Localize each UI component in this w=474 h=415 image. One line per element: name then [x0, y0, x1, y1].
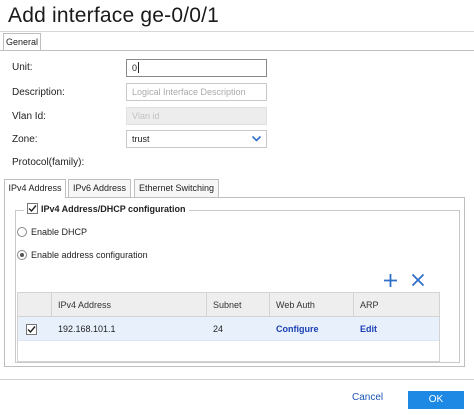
header-arp[interactable]: ARP	[353, 293, 439, 317]
check-icon	[27, 325, 36, 333]
enable-address-config-label: Enable address configuration	[31, 250, 148, 260]
row-checkbox[interactable]	[26, 323, 37, 335]
ipv4-config-legend: IPv4 Address/DHCP configuration	[24, 203, 189, 214]
check-icon	[28, 205, 37, 213]
tab-ethernet-switching[interactable]: Ethernet Switching	[134, 179, 219, 197]
ipv4-config-checkbox[interactable]	[27, 203, 38, 214]
ok-button[interactable]: OK	[408, 391, 464, 409]
enable-dhcp-radio[interactable]: Enable DHCP	[17, 227, 87, 237]
unit-input-value: 0	[132, 63, 138, 73]
zone-select[interactable]: trust	[126, 130, 267, 148]
chevron-down-icon	[251, 133, 262, 149]
configure-link[interactable]: Configure	[276, 317, 319, 341]
protocol-family-label: Protocol(family):	[12, 157, 85, 168]
header-web-auth[interactable]: Web Auth	[269, 293, 353, 317]
header-ipv4-address[interactable]: IPv4 Address	[51, 293, 206, 317]
title-divider	[0, 31, 474, 32]
ipv4-address-table: IPv4 Address Subnet Web Auth ARP 192.168…	[17, 292, 440, 362]
cell-ipv4-address: 192.168.101.1	[58, 324, 116, 334]
enable-address-config-radio[interactable]: Enable address configuration	[17, 250, 148, 260]
tab-ipv4-address[interactable]: IPv4 Address	[4, 179, 66, 198]
unit-input[interactable]: 0	[126, 59, 267, 77]
description-label: Description:	[12, 87, 65, 98]
cell-subnet: 24	[213, 324, 224, 334]
radio-dot-selected	[17, 250, 27, 260]
vlan-id-label: Vlan Id:	[12, 111, 46, 122]
zone-label: Zone:	[12, 134, 38, 145]
header-subnet[interactable]: Subnet	[206, 293, 269, 317]
tab-general[interactable]: General	[3, 33, 41, 50]
text-caret	[138, 62, 140, 73]
table-header-row: IPv4 Address Subnet Web Auth ARP	[18, 293, 439, 317]
unit-label: Unit:	[12, 62, 33, 73]
dialog-title: Add interface ge-0/0/1	[8, 4, 220, 27]
zone-select-value: trust	[132, 134, 150, 144]
enable-dhcp-label: Enable DHCP	[31, 227, 88, 237]
ipv4-config-label: IPv4 Address/DHCP configuration	[41, 203, 186, 214]
x-icon	[411, 273, 425, 287]
description-input[interactable]: Logical Interface Description	[126, 83, 267, 101]
cancel-button[interactable]: Cancel	[352, 392, 383, 403]
vlan-id-input: Vlan id	[126, 107, 267, 125]
edit-arp-link[interactable]: Edit	[360, 317, 377, 341]
plus-icon	[383, 273, 397, 287]
delete-address-button[interactable]	[409, 271, 427, 289]
add-address-button[interactable]	[381, 271, 399, 289]
row-select-cell	[26, 317, 46, 341]
radio-dot	[17, 227, 27, 237]
tab-ipv6-address[interactable]: IPv6 Address	[68, 179, 131, 197]
table-row[interactable]: 192.168.101.1 24 Configure Edit	[18, 317, 439, 341]
footer-divider	[0, 379, 474, 380]
